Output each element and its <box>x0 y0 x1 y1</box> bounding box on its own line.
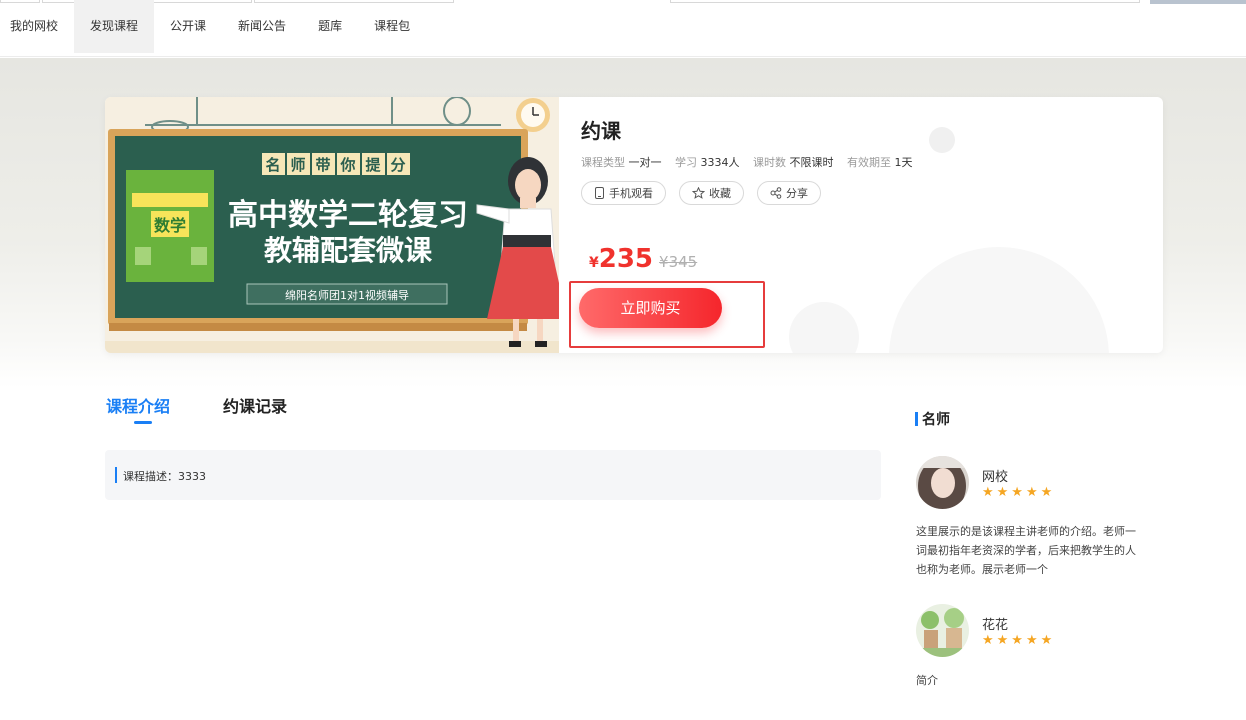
teachers-heading: 名师 <box>915 409 950 429</box>
price-currency: ¥ <box>589 255 599 271</box>
course-description: 课程描述：3333 <box>123 470 206 483</box>
course-title: 约课 <box>581 119 621 143</box>
cover-title-line2: 教辅配套微课 <box>264 234 433 267</box>
share-label: 分享 <box>786 187 808 200</box>
course-info: 约课 课程类型 一对一 学习 3334人 课时数 不限课时 有效期至 1天 手机… <box>559 97 1163 353</box>
nav-item-my-school[interactable]: 我的网校 <box>0 0 74 53</box>
heading-accent-bar <box>915 412 918 426</box>
description-accent-bar <box>115 467 117 483</box>
cover-tag-char: 分 <box>390 156 405 174</box>
favorite-label: 收藏 <box>709 187 731 200</box>
cover-tag-char: 名 <box>265 156 280 174</box>
avatar[interactable] <box>916 456 969 509</box>
cover-title-line1: 高中数学二轮复习 <box>228 198 468 233</box>
teacher-rating-stars: ★★★★★ <box>982 633 1056 648</box>
teacher-name: 花花 <box>982 618 1009 633</box>
course-cover[interactable]: 数学 名 师 带 你 提 分 高中数学二轮复习 教辅配套微课 绵阳名师团1对1视… <box>105 97 559 353</box>
meta-type-value: 一对一 <box>628 156 662 169</box>
course-card: 数学 名 师 带 你 提 分 高中数学二轮复习 教辅配套微课 绵阳名师团1对1视… <box>105 97 1163 353</box>
meta-learners-label: 学习 <box>675 156 697 169</box>
decor-circle <box>789 302 859 353</box>
course-actions: 手机观看 收藏 分享 <box>581 181 821 205</box>
top-nav: 我的网校 发现课程 公开课 新闻公告 题库 课程包 <box>0 0 1246 57</box>
nav-item-course-package[interactable]: 课程包 <box>358 0 426 53</box>
cover-tag-char: 带 <box>315 156 330 174</box>
decor-circle <box>929 127 955 153</box>
cover-tag-char: 提 <box>365 156 381 174</box>
tab-booking-records[interactable]: 约课记录 <box>223 393 287 417</box>
favorite-button[interactable]: 收藏 <box>679 181 744 205</box>
current-price: 235 <box>598 244 654 274</box>
tab-course-intro[interactable]: 课程介绍 <box>106 393 170 417</box>
active-tab-indicator <box>134 421 152 424</box>
share-icon <box>770 187 782 199</box>
meta-validity-label: 有效期至 <box>847 156 891 169</box>
meta-lessons-label: 课时数 <box>753 156 786 169</box>
nav-item-open-class[interactable]: 公开课 <box>154 0 222 53</box>
teacher-card: 网校 ★★★★★ 这里展示的是该课程主讲老师的介绍。老师一词最初指年老资深的学者… <box>916 456 1151 586</box>
mobile-watch-button[interactable]: 手机观看 <box>581 181 666 205</box>
book-label: 数学 <box>154 216 186 235</box>
share-button[interactable]: 分享 <box>757 181 821 205</box>
course-meta: 课程类型 一对一 学习 3334人 课时数 不限课时 有效期至 1天 <box>581 154 923 170</box>
address-segment <box>670 0 1140 3</box>
cover-tag-char: 你 <box>339 156 355 174</box>
decor-circle <box>889 247 1109 353</box>
buy-now-button[interactable]: 立即购买 <box>579 288 722 328</box>
cover-tag-char: 师 <box>290 156 305 174</box>
teacher-intro: 简介 <box>916 674 938 687</box>
nav-item-question-bank[interactable]: 题库 <box>302 0 358 53</box>
meta-validity-value: 1天 <box>894 156 913 169</box>
star-outline-icon <box>692 187 705 199</box>
mobile-watch-label: 手机观看 <box>609 187 653 200</box>
cover-subtitle: 绵阳名师团1对1视频辅导 <box>285 288 409 302</box>
teacher-rating-stars: ★★★★★ <box>982 485 1056 500</box>
teachers-heading-label: 名师 <box>922 412 950 428</box>
course-description-box: 课程描述：3333 <box>105 450 881 500</box>
nav-item-discover-courses[interactable]: 发现课程 <box>74 0 155 53</box>
meta-type-label: 课程类型 <box>581 156 625 169</box>
avatar[interactable] <box>916 604 969 657</box>
meta-lessons-value: 不限课时 <box>789 156 834 169</box>
teacher-name: 网校 <box>982 470 1009 485</box>
teacher-card: 花花 ★★★★★ 简介 <box>916 604 1151 694</box>
teacher-intro: 这里展示的是该课程主讲老师的介绍。老师一词最初指年老资深的学者，后来把教学生的人… <box>916 525 1136 576</box>
meta-learners-value: 3334人 <box>700 156 740 169</box>
phone-icon <box>595 187 604 199</box>
nav-item-news[interactable]: 新闻公告 <box>222 0 302 53</box>
original-price: ¥345 <box>659 253 698 271</box>
price-block: ¥235 ¥345 <box>589 244 697 274</box>
